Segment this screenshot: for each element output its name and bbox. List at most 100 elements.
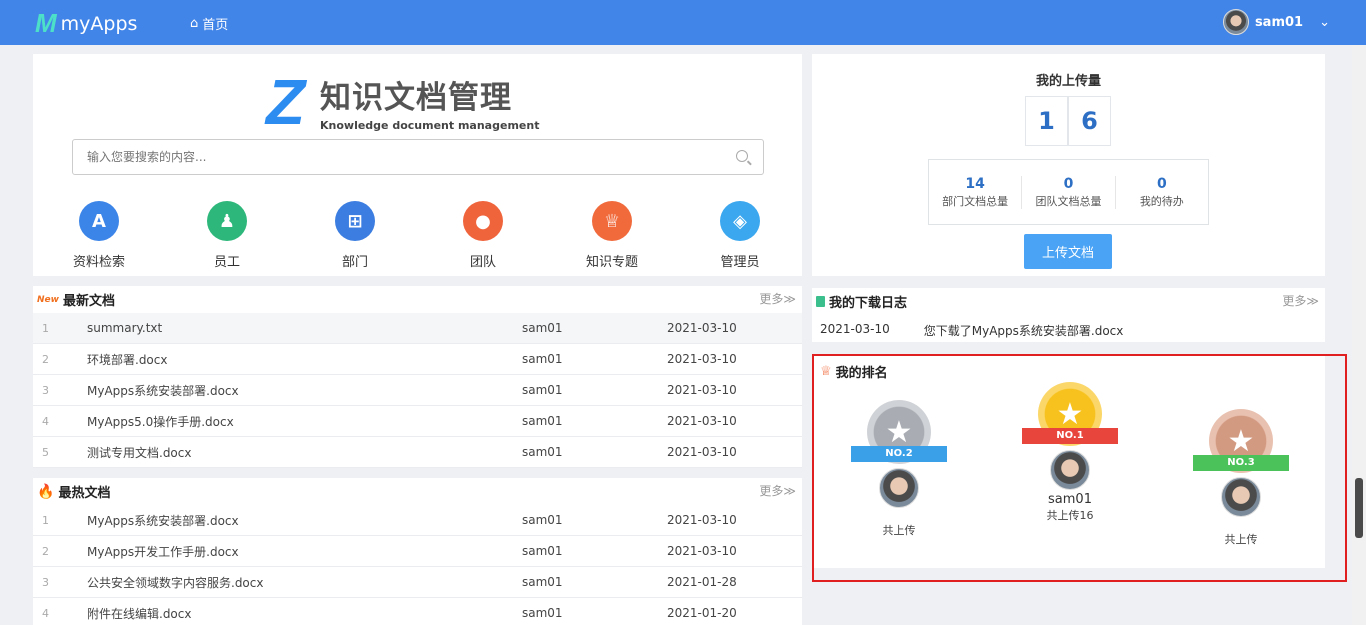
home-icon: ⌂ — [190, 16, 199, 31]
doc-author: sam01 — [522, 544, 563, 558]
doc-author: sam01 — [522, 575, 563, 589]
doc-author: sam01 — [522, 414, 563, 428]
quick-link-admin[interactable]: ◈ 管理员 — [700, 201, 780, 270]
row-index: 3 — [42, 575, 49, 589]
more-link[interactable]: 更多≫ — [759, 482, 796, 499]
panel-title: 我的下载日志 — [829, 296, 908, 311]
quick-link-label: 员工 — [213, 255, 240, 270]
quick-link-label: 知识专题 — [585, 255, 638, 270]
doc-name: MyApps系统安装部署.docx — [87, 513, 239, 528]
doc-author: sam01 — [522, 513, 563, 527]
panel-header: 我的下载日志 — [816, 292, 907, 311]
rank-total: 共上传 — [882, 524, 916, 537]
trophy-icon: ♕ — [820, 364, 832, 379]
rank-badge: NO.2 — [851, 446, 947, 462]
doc-author: sam01 — [522, 321, 563, 335]
log-entry[interactable]: 2021-03-10 您下载了MyApps系统安装部署.docx — [820, 322, 1123, 339]
stat-label: 我的待办 — [1139, 194, 1184, 208]
log-text: 您下载了MyApps系统安装部署.docx — [923, 324, 1124, 338]
my-upload-panel: 我的上传量 1 6 14 部门文档总量 0 团队文档总量 0 我的待办 上传文档 — [812, 54, 1325, 276]
quick-link-topic[interactable]: ♕ 知识专题 — [572, 201, 652, 270]
team-icon: ● — [463, 201, 503, 241]
upload-title: 我的上传量 — [1035, 74, 1101, 89]
stat-value: 0 — [1156, 175, 1167, 192]
table-row[interactable]: 1 summary.txt sam01 2021-03-10 — [33, 313, 802, 344]
quick-link-label: 管理员 — [720, 255, 760, 270]
doc-date: 2021-03-10 — [667, 414, 737, 428]
search-doc-icon: A — [79, 201, 119, 241]
quick-link-employee[interactable]: ♟ 员工 — [187, 201, 267, 270]
search-box — [72, 139, 764, 175]
table-row[interactable]: 3 MyApps系统安装部署.docx sam01 2021-03-10 — [33, 375, 802, 406]
quick-link-search[interactable]: A 资料检索 — [59, 201, 139, 270]
stat-value: 0 — [1063, 175, 1074, 192]
more-link[interactable]: 更多≫ — [1282, 292, 1319, 309]
quick-link-label: 资料检索 — [72, 255, 125, 270]
table-row[interactable]: 2 环境部署.docx sam01 2021-03-10 — [33, 344, 802, 375]
row-index: 2 — [42, 352, 49, 366]
upload-count: 1 6 — [1025, 96, 1111, 146]
avatar[interactable] — [1221, 477, 1261, 517]
doc-author: sam01 — [522, 606, 563, 620]
stat-label: 团队文档总量 — [1035, 194, 1102, 208]
table-row[interactable]: 4 附件在线编辑.docx sam01 2021-01-20 — [33, 598, 802, 625]
top-navbar: M myApps ⌂ 首页 sam01 ⌄ — [0, 0, 1366, 45]
stat-team-docs[interactable]: 0 团队文档总量 — [1022, 175, 1116, 209]
doc-date: 2021-03-10 — [667, 445, 737, 459]
chevron-down-icon: ⌄ — [1319, 14, 1330, 30]
home-link[interactable]: ⌂ 首页 — [190, 14, 228, 33]
doc-date: 2021-03-10 — [667, 321, 737, 335]
download-log-panel: 我的下载日志 更多≫ 2021-03-10 您下载了MyApps系统安装部署.d… — [812, 288, 1325, 342]
home-label: 首页 — [202, 18, 229, 33]
doc-author: sam01 — [522, 352, 563, 366]
employee-icon: ♟ — [207, 201, 247, 241]
doc-date: 2021-01-28 — [667, 575, 737, 589]
avatar[interactable] — [1050, 450, 1090, 490]
doc-date: 2021-03-10 — [667, 352, 737, 366]
app-logo[interactable]: M myApps — [35, 8, 137, 39]
doc-date: 2021-03-10 — [667, 383, 737, 397]
quick-link-department[interactable]: ⊞ 部门 — [315, 201, 395, 270]
rank-second: ★ NO.2 共上传 — [849, 400, 949, 538]
search-input[interactable] — [73, 140, 713, 174]
brand-title: 知识文档管理 — [320, 80, 512, 116]
doc-name: 公共安全领域数字内容服务.docx — [87, 575, 264, 590]
app-name: myApps — [60, 12, 138, 35]
avatar[interactable] — [879, 468, 919, 508]
page-scrollbar[interactable] — [1352, 45, 1366, 625]
upload-document-button[interactable]: 上传文档 — [1024, 234, 1112, 269]
rank-first: ★ NO.1 sam01 共上传16 — [1020, 382, 1120, 523]
row-index: 2 — [42, 544, 49, 558]
more-link[interactable]: 更多≫ — [759, 290, 796, 307]
panel-header: 🔥 最热文档 — [37, 482, 110, 502]
row-index: 3 — [42, 383, 49, 397]
quick-link-label: 团队 — [469, 255, 496, 270]
quick-link-team[interactable]: ● 团队 — [443, 201, 523, 270]
table-row[interactable]: 1 MyApps系统安装部署.docx sam01 2021-03-10 — [33, 505, 802, 536]
panel-title: 我的排名 — [835, 366, 888, 381]
upload-digit: 1 — [1025, 96, 1068, 146]
doc-name: 附件在线编辑.docx — [87, 606, 192, 621]
log-date: 2021-03-10 — [820, 322, 890, 336]
table-row[interactable]: 2 MyApps开发工作手册.docx sam01 2021-03-10 — [33, 536, 802, 567]
tag-icon: ◈ — [720, 201, 760, 241]
user-menu[interactable]: sam01 ⌄ — [1222, 9, 1330, 35]
search-icon[interactable] — [736, 150, 748, 162]
rank-user-name: sam01 — [1048, 492, 1092, 507]
table-row[interactable]: 3 公共安全领域数字内容服务.docx sam01 2021-01-28 — [33, 567, 802, 598]
doc-name: 环境部署.docx — [87, 352, 168, 367]
table-row[interactable]: 5 测试专用文档.docx sam01 2021-03-10 — [33, 437, 802, 468]
stat-todo[interactable]: 0 我的待办 — [1116, 176, 1208, 209]
z-logo-icon: Z — [266, 66, 306, 138]
row-index: 4 — [42, 414, 49, 428]
user-name: sam01 — [1254, 14, 1304, 30]
stat-label: 部门文档总量 — [942, 194, 1009, 208]
doc-author: sam01 — [522, 383, 563, 397]
stat-dept-docs[interactable]: 14 部门文档总量 — [929, 175, 1023, 209]
rank-third: ★ NO.3 共上传 — [1191, 409, 1291, 547]
stat-value: 14 — [965, 175, 985, 192]
table-row[interactable]: 4 MyApps5.0操作手册.docx sam01 2021-03-10 — [33, 406, 802, 437]
doc-name: 测试专用文档.docx — [87, 445, 192, 460]
scrollbar-thumb[interactable] — [1355, 478, 1363, 538]
panel-title: 最新文档 — [62, 294, 115, 309]
